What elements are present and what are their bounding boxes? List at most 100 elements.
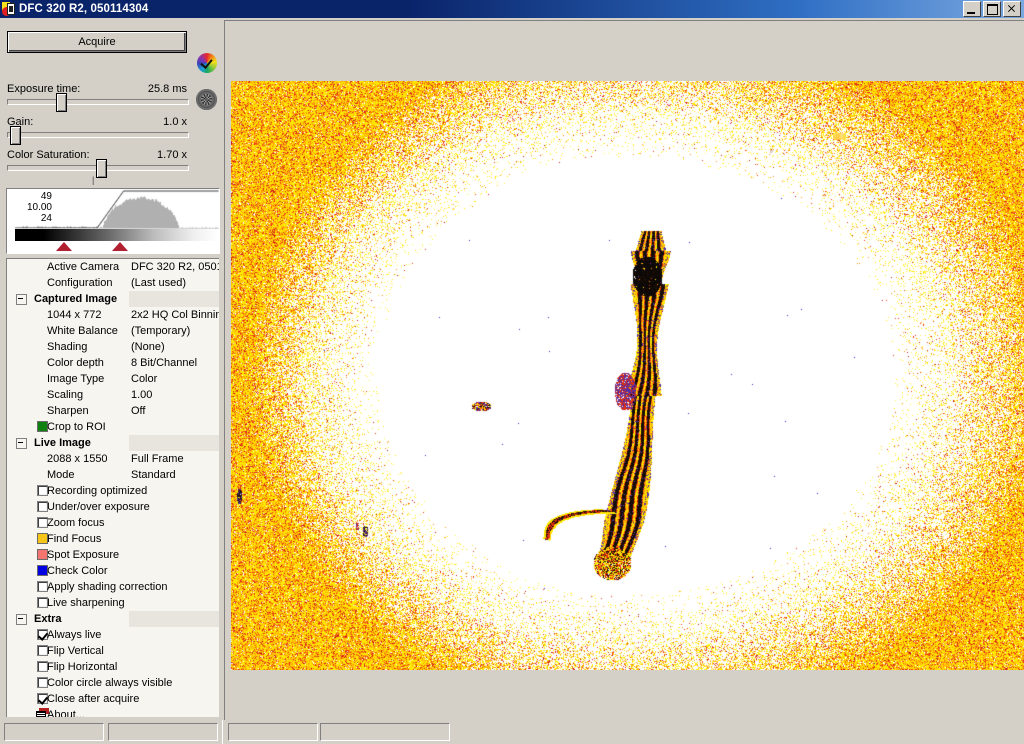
tree-row-value: DFC 320 R2, 0501 xyxy=(129,259,219,275)
tree-row[interactable]: Apply shading correction xyxy=(7,579,219,595)
histogram-widget[interactable]: 49 10.00 24 xyxy=(6,188,220,254)
color-saturation-default-tick: | xyxy=(92,175,94,185)
tree-row-value: (Last used) xyxy=(129,275,219,291)
tree-row-value xyxy=(129,419,219,435)
tree-row-value xyxy=(129,291,219,307)
histogram-white-marker[interactable] xyxy=(112,242,128,251)
tree-row[interactable]: Color circle always visible xyxy=(7,675,219,691)
iris-aperture-icon[interactable] xyxy=(196,89,217,110)
live-microscopy-preview[interactable] xyxy=(231,81,1024,670)
gain-value: 1.0 x xyxy=(163,115,187,129)
tree-row[interactable]: Always live xyxy=(7,627,219,643)
control-panel: Acquire Exposure time: 25.8 ms Gain: 1.0… xyxy=(0,20,220,720)
tree-row-value xyxy=(129,435,219,451)
tree-row[interactable]: Live sharpening xyxy=(7,595,219,611)
tree-row-label: Extra xyxy=(34,611,62,627)
tree-row-label: Flip Vertical xyxy=(47,643,104,659)
window-title: DFC 320 R2, 050114304 xyxy=(19,3,963,15)
tree-row[interactable]: Extra xyxy=(7,611,219,627)
tree-row-label: Find Focus xyxy=(47,531,101,547)
status-panel-3 xyxy=(228,723,318,741)
exposure-time-thumb[interactable] xyxy=(56,93,67,112)
tree-row[interactable]: Active Camera DFC 320 R2, 0501 xyxy=(7,259,219,275)
tree-row-label: Live Image xyxy=(34,435,91,451)
tree-row[interactable]: Flip Vertical xyxy=(7,643,219,659)
tree-row[interactable]: About... xyxy=(7,707,219,717)
tree-row[interactable]: Close after acquire xyxy=(7,691,219,707)
tree-row-label: About... xyxy=(47,707,85,717)
tree-row[interactable]: 1044 x 772 2x2 HQ Col Binning xyxy=(7,307,219,323)
image-preview-pane[interactable] xyxy=(224,20,1024,721)
tree-row[interactable]: Under/over exposure xyxy=(7,499,219,515)
status-panel-2 xyxy=(108,723,218,741)
camera-control-window: DFC 320 R2, 050114304 Acquire Exposure t… xyxy=(0,0,1024,744)
tree-row[interactable]: White Balance (Temporary) xyxy=(7,323,219,339)
minimize-button[interactable] xyxy=(963,1,981,17)
tree-row-value xyxy=(129,483,219,499)
tree-row[interactable]: Image Type Color xyxy=(7,371,219,387)
histogram-label-min: 24 xyxy=(10,213,52,224)
tree-row-label: Mode xyxy=(47,467,75,483)
tree-row[interactable]: 2088 x 1550 Full Frame xyxy=(7,451,219,467)
tree-row-value: (Temporary) xyxy=(129,323,219,339)
status-bar xyxy=(0,720,1024,744)
tree-row-label: Scaling xyxy=(47,387,83,403)
collapse-minus-icon[interactable] xyxy=(16,294,27,305)
tree-row-label: 2088 x 1550 xyxy=(47,451,108,467)
settings-tree[interactable]: Active Camera DFC 320 R2, 0501 Configurati… xyxy=(6,258,219,717)
exposure-time-value: 25.8 ms xyxy=(148,82,187,96)
collapse-minus-icon[interactable] xyxy=(16,614,27,625)
tree-row[interactable]: Live Image xyxy=(7,435,219,451)
tree-row-label: White Balance xyxy=(47,323,118,339)
tree-row-value xyxy=(129,595,219,611)
tree-row[interactable]: Recording optimized xyxy=(7,483,219,499)
tree-row-value xyxy=(129,691,219,707)
tree-row[interactable]: Scaling 1.00 xyxy=(7,387,219,403)
color-saturation-thumb[interactable] xyxy=(96,159,107,178)
tree-row[interactable]: Sharpen Off xyxy=(7,403,219,419)
tree-row[interactable]: Check Color xyxy=(7,563,219,579)
tree-row[interactable]: Mode Standard xyxy=(7,467,219,483)
tree-row-value xyxy=(129,547,219,563)
tree-row-value xyxy=(129,627,219,643)
gain-track[interactable] xyxy=(7,132,189,138)
color-saturation-track[interactable]: | xyxy=(7,165,189,171)
title-bar: DFC 320 R2, 050114304 xyxy=(0,0,1024,18)
restore-button[interactable] xyxy=(983,1,1001,17)
tree-row-value xyxy=(129,675,219,691)
tree-row[interactable]: Zoom focus xyxy=(7,515,219,531)
histogram-black-marker[interactable] xyxy=(56,242,72,251)
tree-row[interactable]: Color depth 8 Bit/Channel xyxy=(7,355,219,371)
tree-row[interactable]: Flip Horizontal xyxy=(7,659,219,675)
exposure-time-slider-group: Exposure time: 25.8 ms xyxy=(7,82,187,105)
color-wheel-icon[interactable] xyxy=(197,53,217,73)
tree-row-label: Check Color xyxy=(47,563,108,579)
tree-row-label: Color depth xyxy=(47,355,104,371)
tree-row-value: 8 Bit/Channel xyxy=(129,355,219,371)
tree-row-value xyxy=(129,531,219,547)
tree-row-label: Captured Image xyxy=(34,291,117,307)
tree-row[interactable]: Find Focus xyxy=(7,531,219,547)
panel-divider xyxy=(222,720,223,744)
collapse-minus-icon[interactable] xyxy=(16,438,27,449)
tree-row-value xyxy=(129,499,219,515)
tree-row-label: Always live xyxy=(47,627,101,643)
close-button[interactable] xyxy=(1003,1,1021,17)
tree-row[interactable]: Captured Image xyxy=(7,291,219,307)
tree-row-label: Live sharpening xyxy=(47,595,125,611)
tree-row-value xyxy=(129,515,219,531)
acquire-button[interactable]: Acquire xyxy=(7,31,187,53)
tree-row-label: Active Camera xyxy=(47,259,119,275)
tree-row[interactable]: Configuration (Last used) xyxy=(7,275,219,291)
gain-thumb[interactable] xyxy=(10,126,21,145)
exposure-time-track[interactable] xyxy=(7,99,189,105)
tree-row[interactable]: Spot Exposure xyxy=(7,547,219,563)
live-image-container[interactable] xyxy=(231,81,1024,670)
tree-row-label: Zoom focus xyxy=(47,515,104,531)
tree-row-label: Image Type xyxy=(47,371,104,387)
tree-row-value: Standard xyxy=(129,467,219,483)
tree-row-value: 1.00 xyxy=(129,387,219,403)
color-saturation-value: 1.70 x xyxy=(157,148,187,162)
tree-row[interactable]: Shading (None) xyxy=(7,339,219,355)
tree-row[interactable]: Crop to ROI xyxy=(7,419,219,435)
